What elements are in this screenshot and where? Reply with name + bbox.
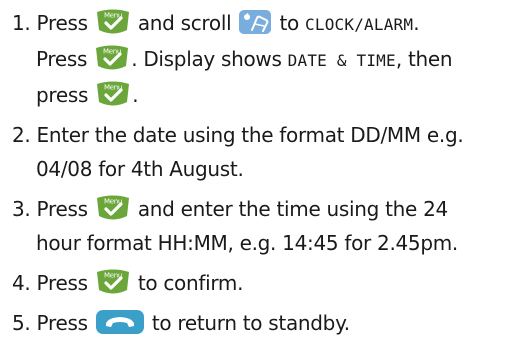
step-text: to confirm. <box>137 271 244 295</box>
step-text: and enter the time using the 24 <box>137 197 448 221</box>
step-1: 1. Press Menu and scroll to CLOCK/ALARM.… <box>12 6 502 112</box>
step-text: Enter the date using the format DD/MM e.… <box>36 123 464 147</box>
step-text: to return to standby. <box>151 311 350 335</box>
step-4: 4. Press Menu to confirm. <box>12 266 502 300</box>
step-number: 4. <box>12 271 31 295</box>
display-text: DATE & TIME <box>287 51 396 70</box>
step-number: 5. <box>12 311 31 335</box>
menu-key-icon: Menu <box>95 268 131 296</box>
scroll-key-icon <box>238 8 272 36</box>
menu-key-icon: Menu <box>95 8 131 36</box>
menu-key-icon: Menu <box>94 44 130 72</box>
end-call-key-icon <box>95 308 145 336</box>
step-text: and scroll <box>137 11 232 35</box>
step-text: hour format HH:MM, e.g. 14:45 for 2.45pm… <box>36 231 458 255</box>
step-text: Press <box>36 47 88 71</box>
menu-key-icon: Menu <box>95 80 131 108</box>
step-text: to <box>279 11 299 35</box>
menu-target: CLOCK/ALARM <box>305 15 414 34</box>
step-3: 3. Press Menu and enter the time using t… <box>12 192 502 260</box>
step-text: . <box>413 11 420 35</box>
step-text: press <box>36 83 89 107</box>
step-5: 5. Press to return to standby. <box>12 306 502 340</box>
step-text: Press <box>36 197 88 221</box>
step-text: 04/08 for 4th August. <box>36 157 244 181</box>
step-text: Press <box>36 11 88 35</box>
step-number: 3. <box>12 197 31 221</box>
step-number: 2. <box>12 123 31 147</box>
step-text: , then <box>395 47 453 71</box>
step-number: 1. <box>12 11 31 35</box>
menu-key-icon: Menu <box>95 194 131 222</box>
step-2: 2. Enter the date using the format DD/MM… <box>12 118 502 186</box>
step-text: . <box>132 83 139 107</box>
step-text: Press <box>36 271 88 295</box>
step-text: Press <box>36 311 88 335</box>
instruction-list: 1. Press Menu and scroll to CLOCK/ALARM.… <box>12 6 502 340</box>
step-text: . Display shows <box>131 47 282 71</box>
